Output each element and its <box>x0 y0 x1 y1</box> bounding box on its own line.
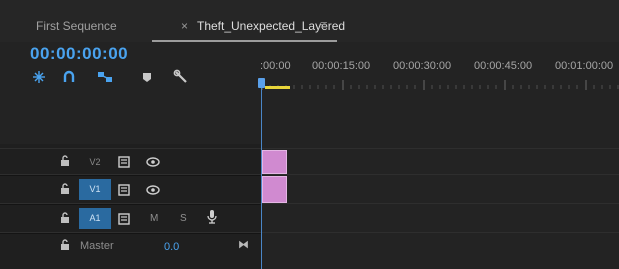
solo-button[interactable]: S <box>180 213 187 224</box>
ruler-label: 00:00:15:00 <box>312 60 371 72</box>
magnet-icon[interactable] <box>60 68 78 86</box>
playhead-timecode[interactable]: 00:00:00:00 <box>30 44 128 64</box>
lock-icon[interactable] <box>60 183 70 198</box>
work-area-bar[interactable] <box>265 86 290 89</box>
go-to-in-out-icon[interactable]: ⧓ <box>238 238 249 251</box>
mute-button[interactable]: M <box>150 213 158 224</box>
master-volume-value[interactable]: 0.0 <box>164 241 179 253</box>
sync-lock-icon[interactable] <box>118 212 132 230</box>
sync-lock-icon[interactable] <box>118 155 132 173</box>
lock-icon[interactable] <box>60 212 70 227</box>
playhead-handle[interactable] <box>258 78 265 88</box>
snap-icon[interactable] <box>30 68 48 86</box>
ruler-label: 00:00:45:00 <box>474 60 533 72</box>
clip-v2[interactable] <box>262 150 287 174</box>
time-ruler[interactable] <box>262 80 619 90</box>
ruler-label: 00:00:30:00 <box>393 60 452 72</box>
eye-icon[interactable] <box>146 183 160 201</box>
tab-first-sequence[interactable]: First Sequence <box>36 19 117 33</box>
track-label-master: Master <box>80 240 114 252</box>
track-header-v2: V2 <box>0 150 262 174</box>
lock-icon[interactable] <box>60 239 70 254</box>
lock-icon[interactable] <box>60 155 70 170</box>
track-divider <box>0 148 619 149</box>
microphone-icon[interactable] <box>206 209 218 230</box>
marker-icon[interactable] <box>138 68 156 86</box>
track-label-a1[interactable]: A1 <box>79 208 111 229</box>
header-divider <box>0 233 262 234</box>
track-label-v1[interactable]: V1 <box>79 179 111 200</box>
track-header-v1: V1 <box>0 176 262 203</box>
active-tab-underline <box>152 40 337 42</box>
ruler-label: :00:00 <box>260 60 291 72</box>
tab-close-button[interactable]: × <box>181 19 188 33</box>
playhead-line[interactable] <box>261 86 262 269</box>
timeline-tools <box>0 68 262 86</box>
ruler-label: 00:01:00:00 <box>555 60 614 72</box>
eye-icon[interactable] <box>146 155 160 173</box>
clip-v1[interactable] <box>262 176 287 203</box>
track-header-a1: A1 M S <box>0 205 262 232</box>
sync-lock-icon[interactable] <box>118 183 132 201</box>
tab-menu-icon[interactable]: ≡ <box>320 17 328 32</box>
track-label-v2[interactable]: V2 <box>79 153 111 171</box>
wrench-icon[interactable] <box>172 68 190 86</box>
linked-selection-icon[interactable] <box>96 68 114 86</box>
